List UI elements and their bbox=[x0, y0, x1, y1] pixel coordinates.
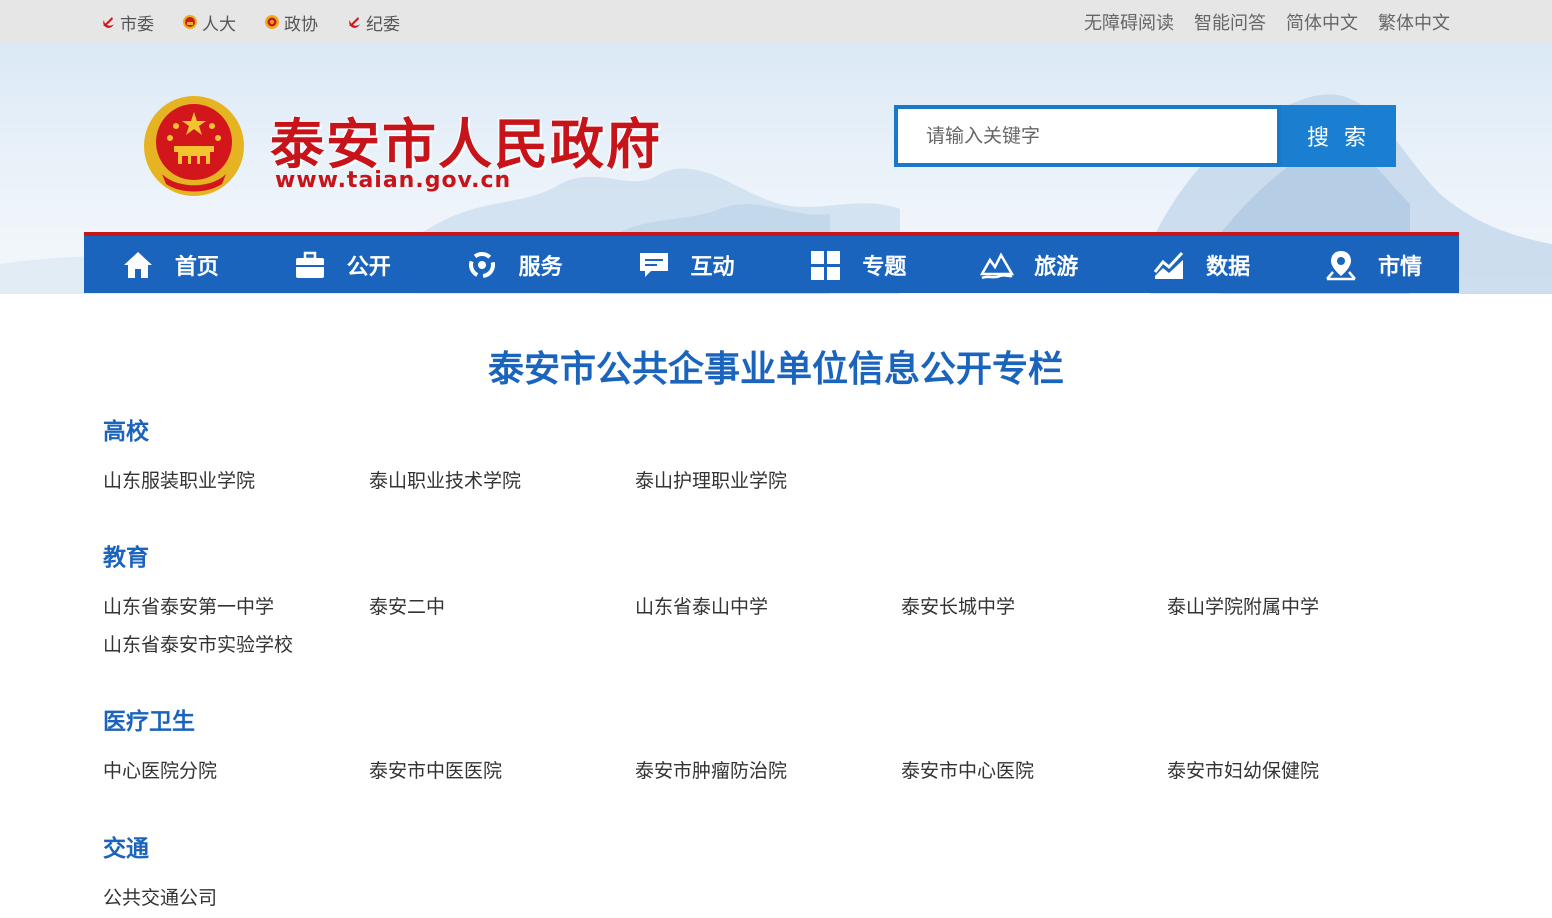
national-emblem-logo bbox=[144, 96, 244, 196]
nav-item-data[interactable]: 数据 bbox=[1115, 236, 1287, 293]
simplified-chinese-link[interactable]: 简体中文 bbox=[1286, 9, 1358, 35]
section-links: 山东服装职业学院 泰山职业技术学院 泰山护理职业学院 bbox=[103, 462, 1463, 500]
site-url: www.taian.gov.cn bbox=[275, 168, 512, 193]
unit-link[interactable]: 泰安二中 bbox=[369, 588, 635, 626]
section-links: 中心医院分院 泰安市中医医院 泰安市肿瘤防治院 泰安市中心医院 泰安市妇幼保健院 bbox=[103, 752, 1463, 790]
nav-label: 旅游 bbox=[1034, 254, 1079, 280]
section-links: 山东省泰安第一中学 泰安二中 山东省泰山中学 泰安长城中学 泰山学院附属中学 山… bbox=[103, 588, 1463, 664]
section-heading: 高校 bbox=[103, 419, 149, 445]
unit-link[interactable]: 泰山护理职业学院 bbox=[635, 462, 901, 500]
unit-link[interactable]: 公共交通公司 bbox=[103, 879, 369, 917]
mountain-icon bbox=[980, 248, 1015, 282]
search-input[interactable] bbox=[894, 105, 1281, 167]
unit-link[interactable]: 泰安市肿瘤防治院 bbox=[635, 752, 901, 790]
unit-link[interactable]: 山东省泰安市实验学校 bbox=[103, 626, 369, 664]
unit-link[interactable]: 泰安市中医医院 bbox=[369, 752, 635, 790]
unit-link[interactable]: 泰安市中心医院 bbox=[901, 752, 1167, 790]
grid-icon bbox=[808, 248, 842, 282]
unit-link[interactable]: 泰山职业技术学院 bbox=[369, 462, 635, 500]
nav-label: 首页 bbox=[174, 254, 219, 280]
unit-link[interactable]: 山东服装职业学院 bbox=[103, 462, 369, 500]
party-emblem-icon bbox=[346, 14, 362, 30]
nav-label: 数据 bbox=[1206, 254, 1251, 280]
top-link-zhengxie[interactable]: 政协 bbox=[264, 10, 318, 35]
cppcc-emblem-icon bbox=[264, 14, 280, 30]
main-navigation: 首页 公开 服务 互动 专题 旅游 数据 市情 bbox=[84, 232, 1459, 293]
top-left-links: 市委 人大 政协 纪委 bbox=[100, 0, 428, 44]
chat-icon bbox=[637, 248, 671, 282]
nav-label: 服务 bbox=[518, 254, 563, 280]
section-heading: 教育 bbox=[103, 545, 149, 571]
top-utility-bar: 市委 人大 政协 纪委 无障碍阅读 智能问答 简体中文 繁体中文 bbox=[0, 0, 1552, 44]
chart-icon bbox=[1152, 248, 1186, 282]
location-icon bbox=[1324, 248, 1358, 282]
top-right-links: 无障碍阅读 智能问答 简体中文 繁体中文 bbox=[1064, 0, 1450, 44]
nav-item-home[interactable]: 首页 bbox=[84, 236, 256, 293]
unit-link[interactable]: 泰安长城中学 bbox=[901, 588, 1167, 626]
home-icon bbox=[121, 248, 155, 282]
nav-label: 公开 bbox=[346, 254, 391, 280]
nav-item-tourism[interactable]: 旅游 bbox=[943, 236, 1115, 293]
unit-link[interactable]: 山东省泰安第一中学 bbox=[103, 588, 369, 626]
accessibility-link[interactable]: 无障碍阅读 bbox=[1084, 9, 1174, 35]
search-button[interactable]: 搜 索 bbox=[1281, 105, 1396, 167]
party-emblem-icon bbox=[100, 14, 116, 30]
section-universities: 高校 山东服装职业学院 泰山职业技术学院 泰山护理职业学院 bbox=[103, 412, 1463, 500]
service-icon bbox=[465, 248, 499, 282]
top-link-label: 纪委 bbox=[366, 14, 400, 35]
nav-item-topics[interactable]: 专题 bbox=[772, 236, 944, 293]
nav-label: 市情 bbox=[1378, 254, 1423, 280]
nav-label: 专题 bbox=[862, 254, 907, 280]
top-link-shiwei[interactable]: 市委 bbox=[100, 10, 154, 35]
traditional-chinese-link[interactable]: 繁体中文 bbox=[1378, 9, 1450, 35]
section-healthcare: 医疗卫生 中心医院分院 泰安市中医医院 泰安市肿瘤防治院 泰安市中心医院 泰安市… bbox=[103, 702, 1463, 790]
national-emblem-icon bbox=[182, 14, 198, 30]
top-link-label: 人大 bbox=[202, 14, 236, 35]
top-link-label: 政协 bbox=[284, 14, 318, 35]
top-link-renda[interactable]: 人大 bbox=[182, 10, 236, 35]
nav-item-interact[interactable]: 互动 bbox=[600, 236, 772, 293]
briefcase-icon bbox=[293, 248, 327, 282]
nav-item-service[interactable]: 服务 bbox=[428, 236, 600, 293]
nav-label: 互动 bbox=[690, 254, 735, 280]
section-heading: 医疗卫生 bbox=[103, 709, 195, 735]
unit-link[interactable]: 泰安市妇幼保健院 bbox=[1167, 752, 1433, 790]
nav-item-city-info[interactable]: 市情 bbox=[1287, 236, 1459, 293]
unit-link[interactable]: 山东省泰山中学 bbox=[635, 588, 901, 626]
smart-qa-link[interactable]: 智能问答 bbox=[1194, 9, 1266, 35]
section-heading: 交通 bbox=[103, 836, 149, 862]
section-transport: 交通 公共交通公司 bbox=[103, 829, 1463, 917]
top-link-label: 市委 bbox=[120, 14, 154, 35]
nav-item-open[interactable]: 公开 bbox=[256, 236, 428, 293]
section-education: 教育 山东省泰安第一中学 泰安二中 山东省泰山中学 泰安长城中学 泰山学院附属中… bbox=[103, 538, 1463, 664]
unit-link[interactable]: 泰山学院附属中学 bbox=[1167, 588, 1433, 626]
unit-link[interactable]: 中心医院分院 bbox=[103, 752, 369, 790]
page-title: 泰安市公共企事业单位信息公开专栏 bbox=[487, 349, 1064, 390]
top-link-jiwei[interactable]: 纪委 bbox=[346, 10, 400, 35]
section-links: 公共交通公司 bbox=[103, 879, 1463, 917]
search-bar: 搜 索 bbox=[894, 105, 1396, 167]
